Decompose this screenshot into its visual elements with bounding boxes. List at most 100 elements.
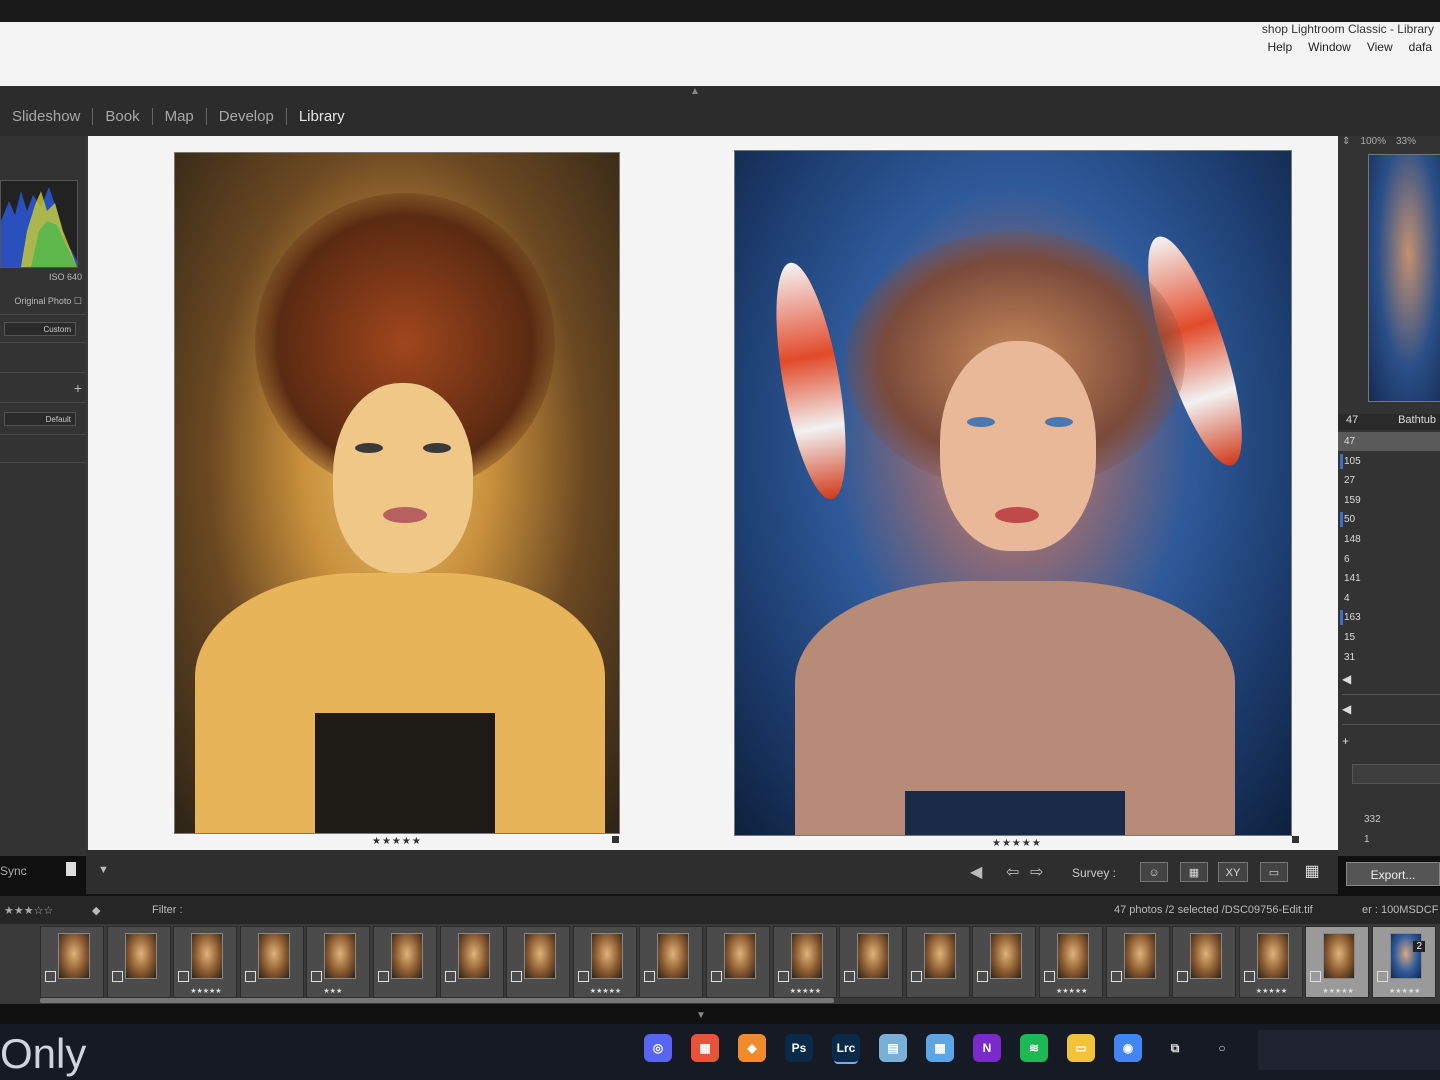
filmstrip-cell[interactable] — [972, 926, 1037, 998]
module-library[interactable]: Library — [287, 108, 357, 125]
toolbar-menu-icon[interactable]: ▼ — [98, 864, 109, 876]
menu-item-view[interactable]: View — [1367, 40, 1393, 54]
module-slideshow[interactable]: Slideshow — [0, 108, 94, 125]
collection-item[interactable]: 31 — [1338, 648, 1440, 667]
collection-item[interactable]: 27 — [1338, 471, 1440, 490]
filmstrip-cell[interactable] — [639, 926, 704, 998]
collapse-top-panel-icon[interactable]: ▲ — [690, 86, 700, 97]
system-tray[interactable] — [1258, 1030, 1440, 1070]
add-icon[interactable]: + — [1342, 734, 1440, 756]
filmstrip-cell[interactable] — [839, 926, 904, 998]
module-book[interactable]: Book — [93, 108, 153, 125]
survey-view-button[interactable]: ▦ — [1180, 862, 1208, 882]
edit-badge-icon — [977, 971, 989, 982]
updown-icon[interactable]: ⇕ — [1342, 136, 1350, 154]
lips — [995, 507, 1039, 523]
taskbar-lrc-icon[interactable]: Lrc — [832, 1034, 860, 1062]
filmstrip-cell[interactable] — [905, 926, 970, 998]
original-photo-checkbox[interactable]: Original Photo ☐ — [0, 296, 82, 307]
filmstrip-cell[interactable] — [1172, 926, 1237, 998]
filmstrip-cell[interactable]: ★★★★★ — [1238, 926, 1303, 998]
collapse-filmstrip-icon[interactable]: ▼ — [696, 1010, 706, 1021]
module-list: Slideshow Book Map Develop Library — [0, 108, 357, 125]
collection-item[interactable]: 15 — [1338, 628, 1440, 647]
filmstrip-cell[interactable] — [706, 926, 770, 998]
preset-select-default[interactable]: Default — [4, 412, 76, 426]
menu-item-window[interactable]: Window — [1308, 40, 1351, 54]
rating-stars-right[interactable]: ★★★★★ — [992, 838, 1042, 849]
taskbar: Only ◎ ▦ ◆ Ps Lrc ▤ ▦ N ≋ ▭ ◉ ⧉ ○ — [0, 1024, 1440, 1080]
filmstrip-cell[interactable]: ★★★★★ — [1305, 926, 1370, 998]
compare-view-button[interactable]: XY — [1218, 862, 1248, 882]
collection-item[interactable]: 148 — [1338, 530, 1440, 549]
menu-item-help[interactable]: Help — [1267, 40, 1292, 54]
export-button[interactable]: Export... — [1346, 862, 1440, 886]
histogram-graph — [1, 187, 77, 267]
filmstrip-cell[interactable] — [40, 926, 104, 998]
filmstrip-cell[interactable]: ★★★ — [306, 926, 371, 998]
sync-button[interactable]: Sync — [0, 864, 27, 878]
expand-arrow-icon[interactable]: ◀ — [1342, 672, 1440, 695]
sync-toggle[interactable] — [66, 862, 76, 876]
taskbar-notes-icon[interactable]: ▤ — [879, 1034, 907, 1062]
collection-item[interactable]: 163 — [1338, 608, 1440, 627]
filmstrip-cell[interactable]: ★★★★★ — [173, 926, 238, 998]
next-icon[interactable]: ⇨ — [1030, 862, 1043, 882]
taskbar-search-icon[interactable]: ○ — [1208, 1034, 1236, 1062]
filmstrip-cell[interactable] — [373, 926, 437, 998]
taskbar-files-icon[interactable]: ▭ — [1067, 1034, 1095, 1062]
collection-item[interactable]: 47 — [1338, 432, 1440, 451]
prev-icon[interactable]: ⇦ — [1006, 862, 1019, 882]
add-icon[interactable]: + — [0, 380, 82, 396]
loupe-view-button[interactable]: ▭ — [1260, 862, 1288, 882]
module-map[interactable]: Map — [153, 108, 207, 125]
taskbar-n-icon[interactable]: N — [973, 1034, 1001, 1062]
photo-original[interactable] — [174, 152, 620, 834]
preset-select-custom[interactable]: Custom — [4, 322, 76, 336]
zoom-100[interactable]: 100% — [1360, 136, 1386, 154]
grid-view-button[interactable]: ▦ — [1296, 862, 1328, 882]
collection-item[interactable]: 50 — [1338, 510, 1440, 529]
filmstrip-scrollbar[interactable] — [40, 998, 834, 1003]
taskbar-task-view-icon[interactable]: ⧉ — [1161, 1034, 1189, 1062]
collection-item[interactable]: 141 — [1338, 569, 1440, 588]
filmstrip-cell[interactable]: ★★★★★ — [772, 926, 837, 998]
filmstrip-cell[interactable] — [439, 926, 504, 998]
collection-item[interactable]: 6 — [1338, 550, 1440, 569]
window-title: shop Lightroom Classic - Library — [1261, 22, 1434, 36]
filmstrip-cell[interactable] — [106, 926, 171, 998]
filmstrip-cell[interactable] — [1105, 926, 1170, 998]
filmstrip-cell[interactable] — [506, 926, 571, 998]
collection-item-count: 105 — [1344, 455, 1361, 467]
taskbar-chrome-icon[interactable]: ◉ — [1114, 1034, 1142, 1062]
collection-item[interactable]: 105 — [1338, 452, 1440, 471]
taskbar-spotify-icon[interactable]: ≋ — [1020, 1034, 1048, 1062]
navigator-preview[interactable] — [1368, 154, 1440, 402]
filmstrip-cell[interactable]: ★★★★★ 2 — [1372, 926, 1436, 998]
zoom-33[interactable]: 33% — [1396, 136, 1416, 154]
flag-filter-icon[interactable]: ◆ — [92, 904, 100, 917]
photo-count[interactable]: 47 photos /2 selected /DSC09756-Edit.tif — [1114, 904, 1313, 916]
collection-item[interactable]: 159 — [1338, 491, 1440, 510]
taskbar-discord-icon[interactable]: ◎ — [644, 1034, 672, 1062]
filmstrip-cell[interactable]: ★★★★★ — [1039, 926, 1103, 998]
expand-arrow-icon[interactable]: ◀ — [1342, 702, 1440, 725]
rating-stars-left[interactable]: ★★★★★ — [372, 836, 422, 847]
taskbar-sketch-icon[interactable]: ◆ — [738, 1034, 766, 1062]
filmstrip-cell[interactable] — [239, 926, 304, 998]
play-icon[interactable]: ◀ — [970, 862, 982, 882]
dress-shape — [315, 713, 495, 833]
menu-item-metadata[interactable]: dafa — [1409, 40, 1432, 54]
collection-header[interactable]: 47 Bathtub — [1338, 414, 1440, 430]
filmstrip-cell[interactable]: ★★★★★ — [572, 926, 637, 998]
taskbar-calendar-icon[interactable]: ▦ — [691, 1034, 719, 1062]
photo-edited[interactable] — [734, 150, 1292, 836]
source-label[interactable]: er : 100MSDCF — [1362, 904, 1438, 916]
keyword-field[interactable] — [1352, 764, 1440, 784]
collection-item[interactable]: 4 — [1338, 589, 1440, 608]
rating-filter-stars[interactable]: ★★★☆☆ — [4, 904, 53, 917]
people-view-button[interactable]: ☺ — [1140, 862, 1168, 882]
taskbar-ps-icon[interactable]: Ps — [785, 1034, 813, 1062]
module-develop[interactable]: Develop — [207, 108, 287, 125]
taskbar-calculator-icon[interactable]: ▦ — [926, 1034, 954, 1062]
